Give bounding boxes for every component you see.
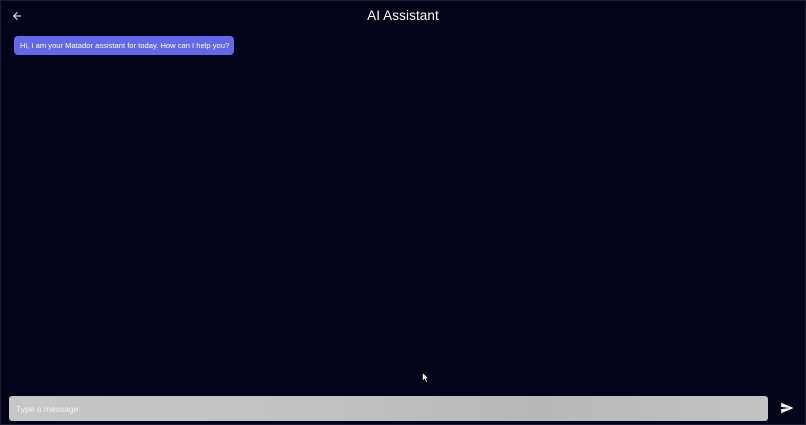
send-button[interactable] [779,400,795,416]
message-composer [9,396,768,421]
page-title: AI Assistant [367,8,439,23]
chat-window: AI Assistant Hi, I am your Matador assis… [0,0,806,425]
assistant-message-bubble: Hi, I am your Matador assistant for toda… [14,36,235,55]
message-list: Hi, I am your Matador assistant for toda… [14,35,792,388]
mouse-pointer-icon [422,372,430,383]
header: AI Assistant [1,1,805,33]
message-input[interactable] [9,396,768,421]
send-icon [781,402,794,414]
